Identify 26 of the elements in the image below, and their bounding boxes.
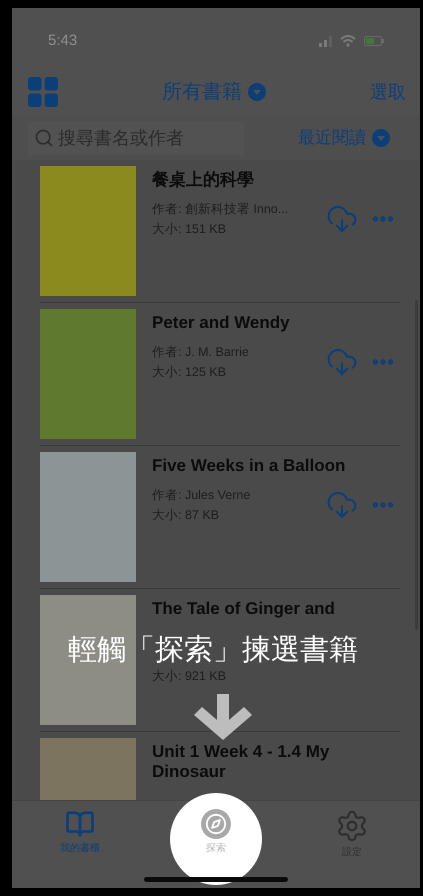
dropdown-icon	[372, 129, 390, 147]
select-button[interactable]: 選取	[370, 78, 406, 106]
download-icon[interactable]	[326, 346, 358, 378]
sort-dropdown[interactable]: 最近閱讀	[298, 125, 390, 151]
book-cover[interactable]	[40, 595, 136, 725]
grid-icon[interactable]	[28, 77, 58, 107]
library-title-dropdown[interactable]: 所有書籍	[162, 77, 266, 107]
dropdown-icon	[248, 83, 266, 101]
battery-icon	[364, 36, 384, 46]
download-icon[interactable]	[326, 203, 358, 235]
tab-item[interactable]: 我的書櫃	[60, 801, 100, 856]
tutorial-caption: 輕觸「探索」揀選書籍	[68, 633, 358, 668]
search-icon	[34, 128, 54, 148]
wifi-icon	[340, 35, 356, 47]
book-icon	[65, 809, 95, 839]
status-time: 5:43	[48, 30, 78, 51]
book-title: The Tale of Ginger and	[152, 599, 336, 619]
download-icon[interactable]	[326, 489, 358, 521]
book-title: Unit 1 Week 4 - 1.4 My Dinosaur	[152, 742, 330, 782]
down-arrow	[192, 694, 254, 740]
signal-icon	[319, 36, 332, 46]
settings-icon	[335, 809, 369, 843]
book-title: Peter and Wendy	[152, 313, 291, 333]
book-title: 餐桌上的科學	[152, 170, 255, 190]
book-title: Five Weeks in a Balloon	[152, 456, 346, 476]
tab-item[interactable]: 探索	[201, 801, 231, 856]
